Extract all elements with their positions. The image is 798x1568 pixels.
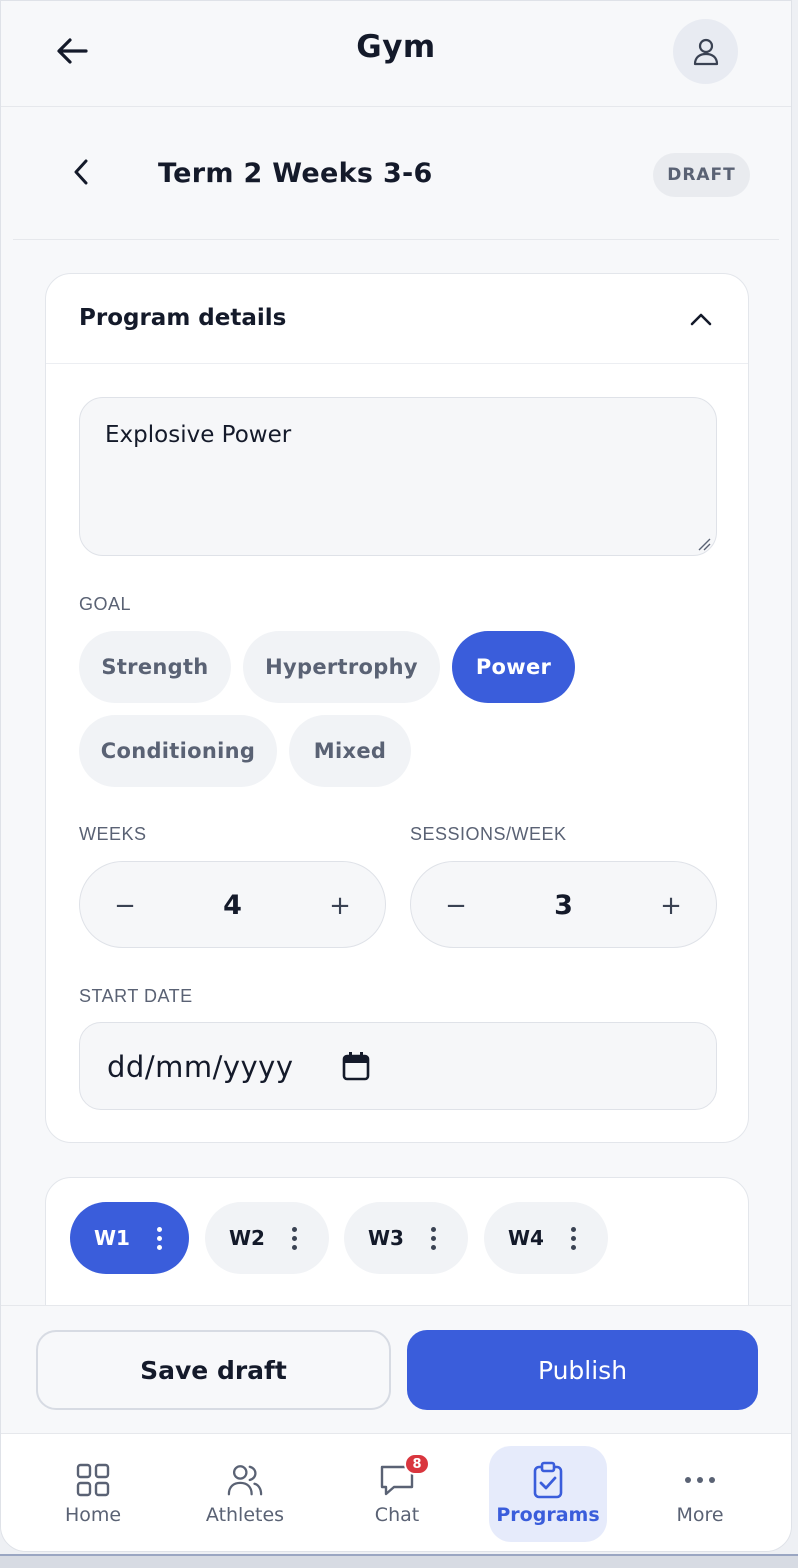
weeks-label: WEEKS (79, 824, 147, 844)
save-draft-button[interactable]: Save draft (36, 1330, 391, 1410)
goal-chip-hypertrophy[interactable]: Hypertrophy (243, 631, 440, 703)
weeks-stepper: − 4 + (79, 861, 386, 948)
weeks-decrement-button[interactable]: − (90, 862, 160, 949)
goal-chip-conditioning[interactable]: Conditioning (79, 715, 277, 787)
nav-label: Programs (496, 1504, 600, 1526)
sessions-label: SESSIONS/WEEK (410, 824, 567, 844)
nav-item-chat[interactable]: Chat (338, 1446, 456, 1542)
week-tab-w3[interactable]: W3 (344, 1202, 468, 1274)
start-date-input[interactable]: dd/mm/yyyy (79, 1022, 717, 1110)
user-icon (693, 38, 718, 65)
collapse-toggle[interactable] (686, 304, 716, 334)
nav-label: More (676, 1504, 724, 1526)
week-tab-w4[interactable]: W4 (484, 1202, 608, 1274)
week-tab-w2[interactable]: W2 (205, 1202, 329, 1274)
weeks-increment-button[interactable]: + (305, 862, 375, 949)
resize-handle-icon[interactable] (697, 537, 711, 551)
nav-item-programs[interactable]: Programs (489, 1446, 607, 1542)
grid-icon (75, 1462, 111, 1498)
bottom-nav: Home Athletes Chat Programs More (1, 1433, 791, 1551)
app-bar: Gym (1, 1, 791, 107)
program-back-button[interactable] (61, 152, 101, 192)
week-tab-label: W3 (368, 1226, 404, 1250)
sessions-increment-button[interactable]: + (636, 862, 706, 949)
action-bar: Save draft Publish (1, 1305, 791, 1433)
program-details-card: Program details GOAL Strength Hypertroph… (45, 273, 749, 1143)
week-tab-label: W1 (94, 1226, 130, 1250)
sessions-stepper: − 3 + (410, 861, 717, 948)
nav-item-athletes[interactable]: Athletes (186, 1446, 304, 1542)
week-tab-w1[interactable]: W1 (70, 1202, 189, 1274)
status-badge: DRAFT (653, 153, 750, 197)
week-tab-label: W4 (508, 1226, 544, 1250)
goal-label: GOAL (79, 594, 132, 614)
nav-label: Chat (374, 1504, 420, 1526)
window-edge (0, 1554, 798, 1568)
program-header: Term 2 Weeks 3-6 DRAFT (13, 108, 779, 240)
week-menu-icon[interactable] (418, 1218, 448, 1258)
chevron-up-icon (690, 313, 712, 326)
program-details-toggle[interactable]: Program details (46, 274, 748, 364)
calendar-icon[interactable] (342, 1051, 370, 1081)
week-tab-label: W2 (229, 1226, 265, 1250)
goal-chip-power[interactable]: Power (452, 631, 575, 703)
program-title: Term 2 Weeks 3-6 (158, 158, 433, 189)
start-date-label: START DATE (79, 986, 193, 1006)
start-date-placeholder: dd/mm/yyyy (107, 1050, 294, 1084)
clipboard-check-icon (530, 1461, 566, 1499)
sessions-decrement-button[interactable]: − (421, 862, 491, 949)
app-screen: Gym Term 2 Weeks 3-6 DRAFT Program detai… (0, 0, 792, 1552)
profile-button[interactable] (673, 19, 738, 84)
sessions-value: 3 (554, 890, 573, 921)
goal-chip-strength[interactable]: Strength (79, 631, 231, 703)
chevron-left-icon (74, 159, 88, 185)
week-menu-icon[interactable] (144, 1218, 174, 1258)
section-title: Program details (79, 305, 287, 331)
week-menu-icon[interactable] (558, 1218, 588, 1258)
week-menu-icon[interactable] (279, 1218, 309, 1258)
weeks-value: 4 (223, 890, 242, 921)
publish-button[interactable]: Publish (407, 1330, 758, 1410)
nav-label: Home (64, 1504, 122, 1526)
chat-unread-badge: 8 (404, 1453, 430, 1475)
users-icon (227, 1462, 263, 1498)
more-icon (682, 1462, 718, 1498)
nav-item-more[interactable]: More (641, 1446, 759, 1542)
nav-item-home[interactable]: Home (34, 1446, 152, 1542)
description-input[interactable] (79, 397, 717, 556)
goal-chip-mixed[interactable]: Mixed (289, 715, 411, 787)
nav-label: Athletes (205, 1504, 285, 1526)
